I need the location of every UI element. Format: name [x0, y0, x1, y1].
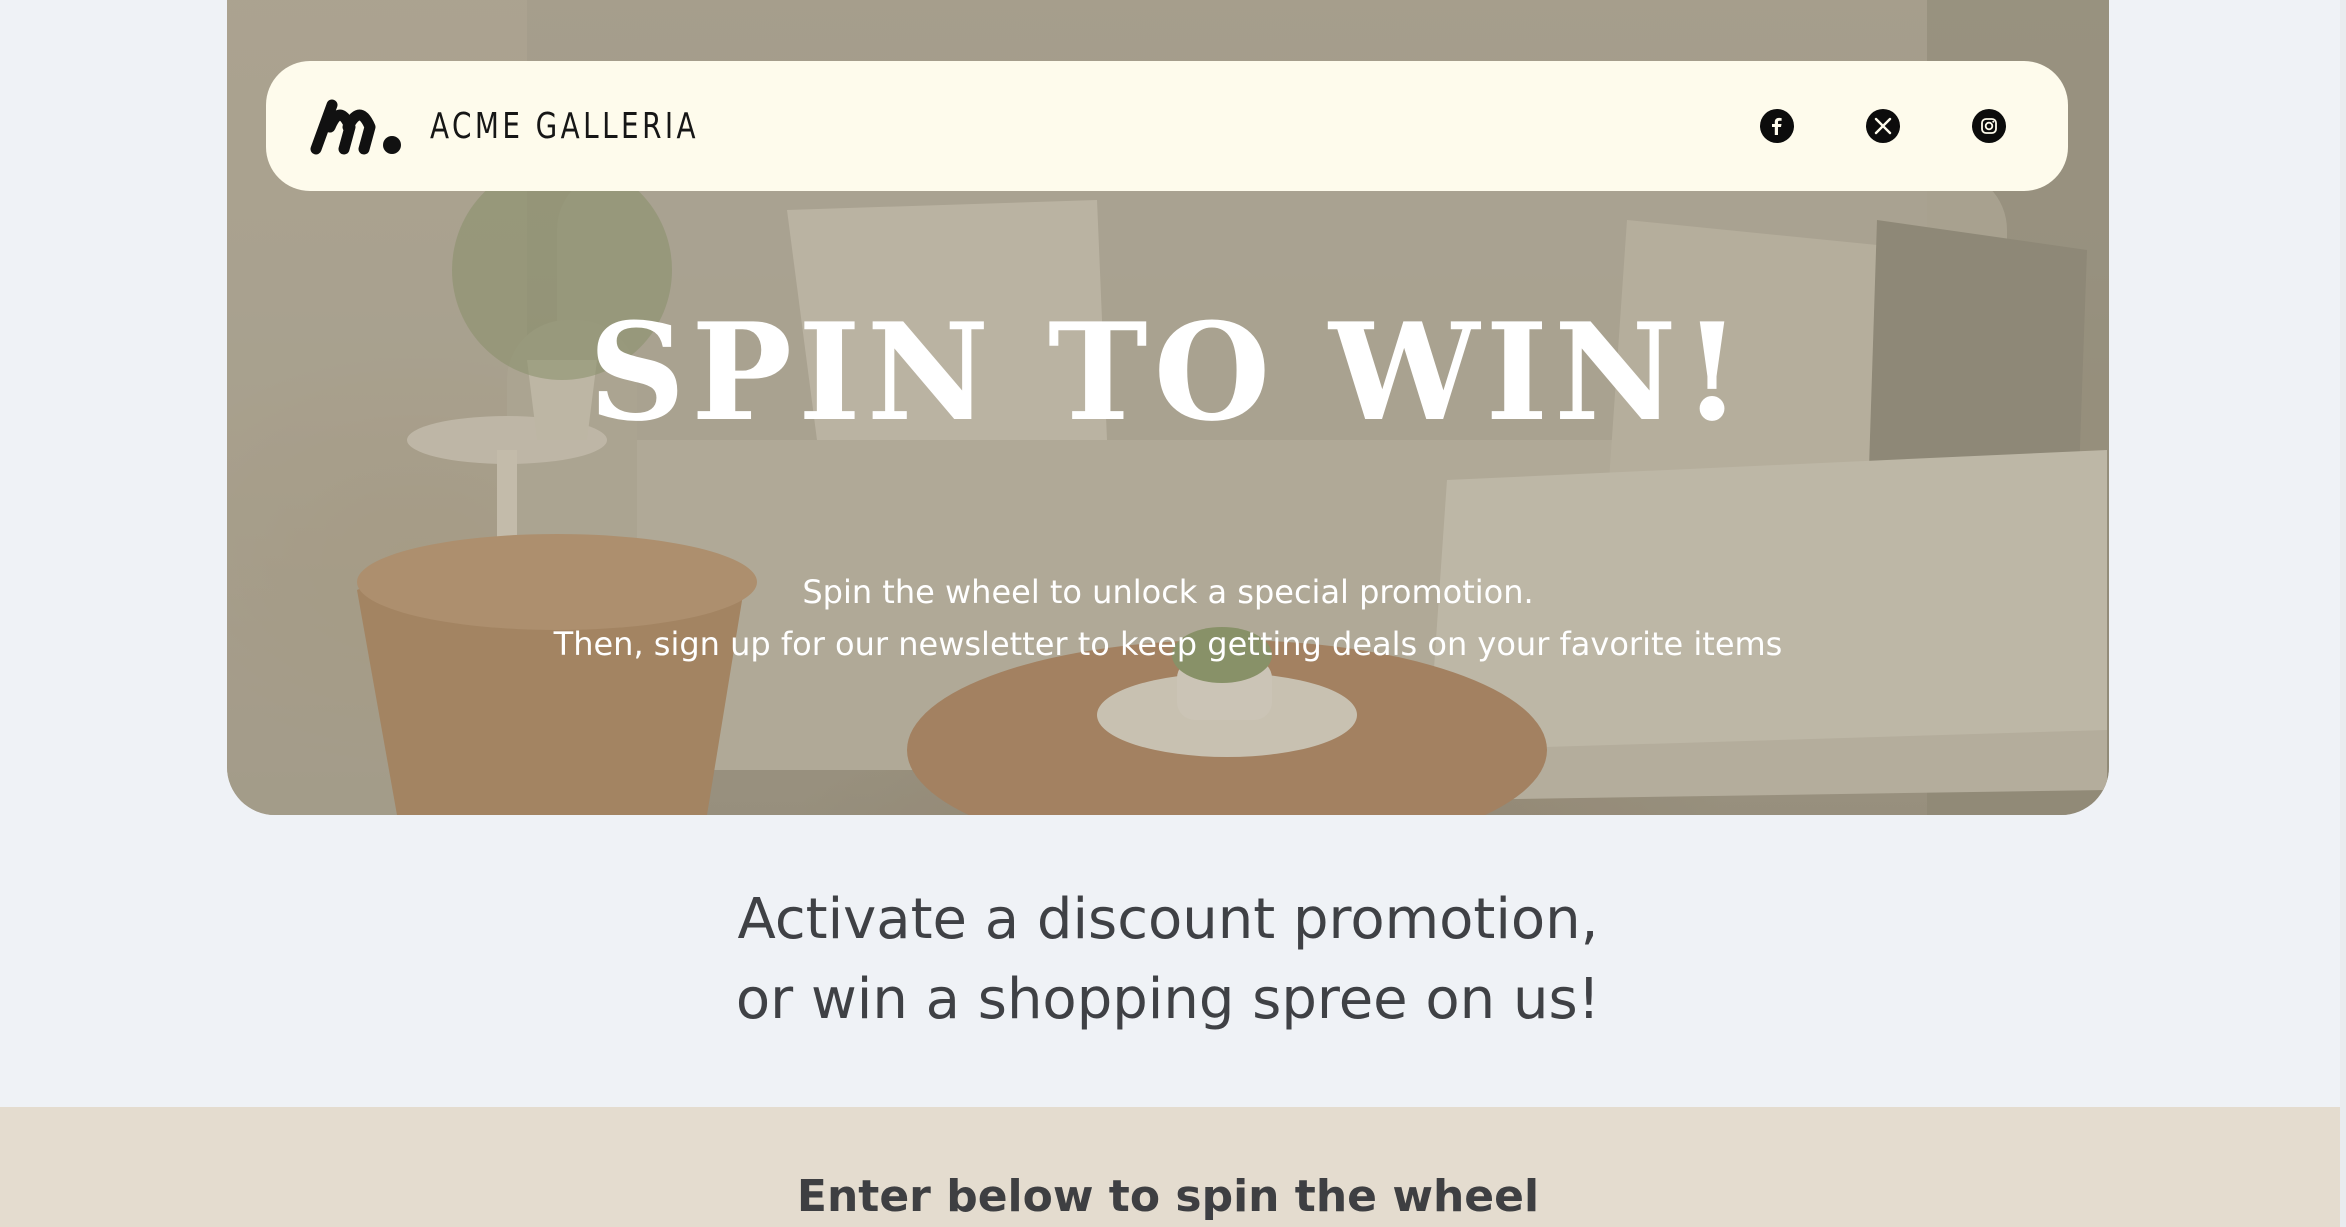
x-icon[interactable] [1866, 109, 1900, 143]
brand-name: ACME GALLERIA [430, 105, 700, 147]
top-navbar: ACME GALLERIA [266, 61, 2068, 191]
acme-m-logo-icon [310, 99, 401, 155]
facebook-glyph [1772, 117, 1782, 135]
hero-title: SPIN TO WIN! [588, 293, 1748, 451]
spin-entry-section: Enter below to spin the wheel [0, 1107, 2340, 1227]
brand-logo[interactable]: ACME GALLERIA [310, 97, 743, 155]
instagram-glyph [1981, 118, 1997, 134]
facebook-icon[interactable] [1760, 109, 1794, 143]
hero-subtitle: Spin the wheel to unlock a special promo… [227, 566, 2109, 670]
instagram-icon[interactable] [1972, 109, 2006, 143]
hero-subtitle-line-1: Spin the wheel to unlock a special promo… [802, 573, 1534, 611]
x-glyph [1874, 117, 1892, 135]
page: ACME GALLERIA SPIN TO WIN! Spin the whee… [0, 0, 2346, 1227]
hero-subtitle-line-2: Then, sign up for our newsletter to keep… [553, 625, 1783, 663]
promo-line-2: or win a shopping spree on us! [735, 967, 1601, 1032]
promo-line-1: Activate a discount promotion, [737, 887, 1599, 952]
spin-entry-title: Enter below to spin the wheel [796, 1171, 1540, 1222]
social-links [1760, 109, 2006, 143]
scrollbar-track[interactable] [2340, 0, 2346, 1227]
promo-heading: Activate a discount promotion, or win a … [0, 880, 2336, 1040]
